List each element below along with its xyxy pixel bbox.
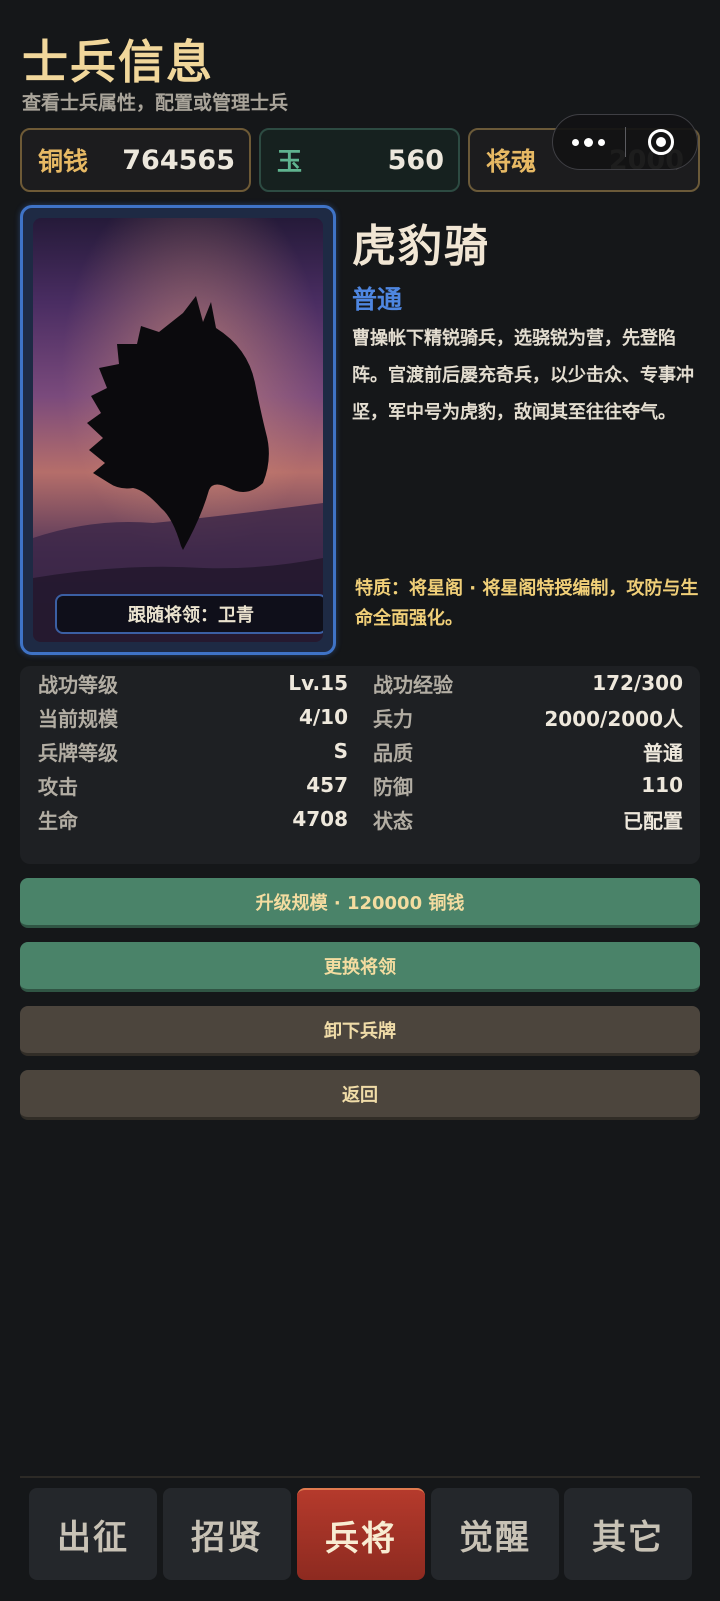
miniprogram-capsule xyxy=(552,114,698,170)
tab-soldiers[interactable]: 兵将 xyxy=(297,1488,425,1580)
currency-jade: 玉 560 xyxy=(259,128,460,192)
more-dots-icon xyxy=(572,137,606,147)
back-button[interactable]: 返回 xyxy=(20,1070,700,1120)
tab-other[interactable]: 其它 xyxy=(564,1488,692,1580)
stat-value: 已配置 xyxy=(623,808,683,833)
page-title: 士兵信息 xyxy=(22,35,214,89)
stat-row: 当前规模 4/10 xyxy=(38,700,348,734)
tab-awaken[interactable]: 觉醒 xyxy=(431,1488,559,1580)
stat-label: 兵牌等级 xyxy=(38,740,118,765)
stat-row: 兵牌等级 S xyxy=(38,734,348,768)
currency-soul-label: 将魂 xyxy=(486,147,537,176)
close-miniprogram-button[interactable] xyxy=(626,115,698,169)
stat-row: 防御 110 xyxy=(373,768,683,802)
unit-portrait: 跟随将领：卫青 xyxy=(33,218,323,642)
more-button[interactable] xyxy=(553,115,625,169)
stat-row: 兵力 2000/2000人 xyxy=(373,700,683,734)
stat-label: 防御 xyxy=(373,774,413,799)
tab-recruit[interactable]: 招贤 xyxy=(163,1488,291,1580)
change-general-button[interactable]: 更换将领 xyxy=(20,942,700,992)
currency-jade-label: 玉 xyxy=(277,147,303,176)
stat-row: 状态 已配置 xyxy=(373,802,683,836)
stat-value: 4708 xyxy=(292,807,348,831)
stat-value: 普通 xyxy=(643,740,683,765)
soldier-info-page: 士兵信息 查看士兵属性，配置或管理士兵 铜钱 764565 玉 560 将魂 2… xyxy=(0,0,720,1601)
stat-row: 战功等级 Lv.15 xyxy=(38,666,348,700)
stat-value: 2000/2000人 xyxy=(544,706,683,731)
currency-jade-value: 560 xyxy=(387,144,444,176)
stat-row: 品质 普通 xyxy=(373,734,683,768)
bottom-nav: 出征 招贤 兵将 觉醒 其它 xyxy=(20,1476,700,1580)
stat-label: 品质 xyxy=(373,740,413,765)
unequip-token-button[interactable]: 卸下兵牌 xyxy=(20,1006,700,1056)
stat-value: 457 xyxy=(306,773,348,797)
stat-value: Lv.15 xyxy=(288,671,348,695)
stat-value: 172/300 xyxy=(592,671,683,695)
unit-name: 虎豹骑 xyxy=(352,221,490,272)
currency-copper-label: 铜钱 xyxy=(38,147,89,176)
page-subtitle: 查看士兵属性，配置或管理士兵 xyxy=(22,92,289,114)
stat-label: 状态 xyxy=(373,808,413,833)
tab-expedition[interactable]: 出征 xyxy=(29,1488,157,1580)
currency-copper: 铜钱 764565 xyxy=(20,128,251,192)
target-icon xyxy=(648,129,675,155)
stat-label: 生命 xyxy=(38,808,78,833)
stat-row: 生命 4708 xyxy=(38,802,348,836)
unit-card: 跟随将领：卫青 xyxy=(20,205,336,655)
stat-label: 战功等级 xyxy=(38,672,118,697)
unit-description: 曹操帐下精锐骑兵，选骁锐为营，先登陷阵。官渡前后屡充奇兵，以少击众、专事冲坚，军… xyxy=(352,328,694,423)
stat-label: 当前规模 xyxy=(38,706,118,731)
stat-label: 攻击 xyxy=(38,774,78,799)
currency-copper-value: 764565 xyxy=(122,144,235,176)
stat-value: S xyxy=(333,739,348,763)
upgrade-scale-button[interactable]: 升级规模 · 120000 铜钱 xyxy=(20,878,700,928)
stat-row: 攻击 457 xyxy=(38,768,348,802)
stat-row: 战功经验 172/300 xyxy=(373,666,683,700)
stat-value: 110 xyxy=(641,773,683,797)
stat-value: 4/10 xyxy=(298,705,348,729)
stat-label: 战功经验 xyxy=(373,672,453,697)
unit-rarity: 普通 xyxy=(352,285,403,314)
stat-label: 兵力 xyxy=(373,706,413,731)
unit-trait: 特质：将星阁 · 将星阁特授编制，攻防与生命全面强化。 xyxy=(355,578,699,629)
horse-head-silhouette-icon xyxy=(33,218,323,642)
stats-panel: 战功等级 Lv.15 当前规模 4/10 兵牌等级 S 攻击 457 生命 47… xyxy=(20,666,700,864)
follow-general-label: 跟随将领：卫青 xyxy=(55,594,323,634)
